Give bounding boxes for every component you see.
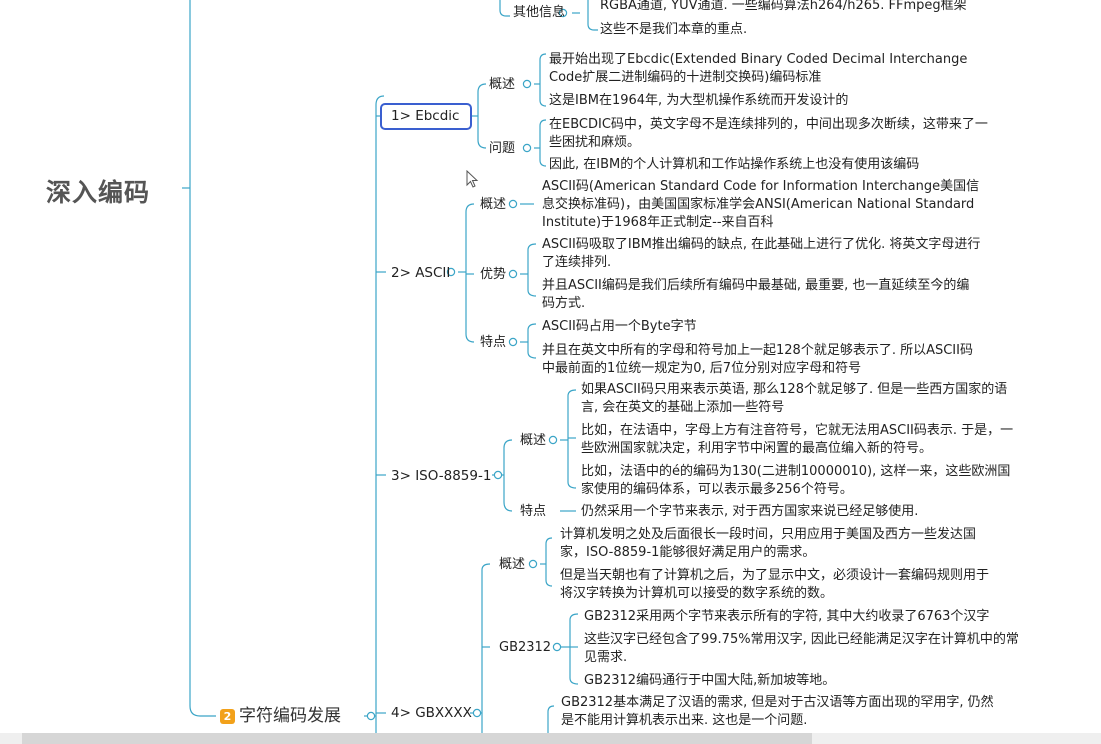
gb-overview-1[interactable]: 计算机发明之处及后面很长一段时间，只用应用于美国及西方一些发达国家，ISO-88…: [560, 526, 992, 562]
iso-feature-label[interactable]: 特点: [520, 503, 546, 521]
iso-overview-1[interactable]: 如果ASCII码只用来表示英语, 那么128个就足够了. 但是一些西方国家的语言…: [581, 381, 1021, 417]
ebcdic-problem-2[interactable]: 因此, 在IBM的个人计算机和工作站操作系统上也没有使用该编码: [549, 156, 989, 174]
gb-bottom-note-1[interactable]: GB2312基本满足了汉语的需求, 但是对于古汉语等方面出现的罕用字, 仍然是不…: [561, 694, 1001, 730]
node-iso-8859-1[interactable]: 3> ISO-8859-1: [391, 467, 491, 485]
ascii-advantage-2[interactable]: 并且ASCII编码是我们后续所有编码中最基础, 最重要, 也一直延续至今的编码方…: [542, 277, 982, 313]
iso-overview-2[interactable]: 比如，在法语中，字母上方有注音符号，它就无法用ASCII码表示. 于是，一些欧洲…: [581, 422, 1021, 458]
ascii-overview-label[interactable]: 概述: [480, 196, 506, 214]
node-ascii[interactable]: 2> ASCII: [391, 264, 450, 282]
gb2312-note-1[interactable]: GB2312采用两个字节来表示所有的字符, 其中大约收录了6763个汉字: [584, 608, 1024, 626]
note-not-focus[interactable]: 这些不是我们本章的重点.: [600, 21, 1000, 39]
gb-overview-label[interactable]: 概述: [499, 556, 525, 574]
topic-other-info[interactable]: 其他信息: [513, 4, 565, 22]
iso-overview-3[interactable]: 比如，法语中的é的编码为130(二进制10000010), 这样一来，这些欧洲国…: [581, 463, 1021, 499]
ascii-overview-1[interactable]: ASCII码(American Standard Code for Inform…: [542, 178, 990, 232]
ascii-feature-1[interactable]: ASCII码占用一个Byte字节: [542, 318, 982, 336]
node-gbxxxx[interactable]: 4> GBXXXX: [391, 704, 472, 722]
ascii-feature-2[interactable]: 并且在英文中所有的字母和符号加上一起128个就足够表示了. 所以ASCII码中最…: [542, 342, 982, 378]
branch-node-label: 字符编码发展: [239, 706, 341, 726]
ebcdic-problem-1[interactable]: 在EBCDIC码中，英文字母不是连续排列的，中间出现多次断续，这带来了一些困扰和…: [549, 116, 989, 152]
node-ebcdic[interactable]: 1> Ebcdic: [391, 107, 459, 125]
ascii-advantage-label[interactable]: 优势: [480, 266, 506, 284]
gb-overview-2[interactable]: 但是当天朝也有了计算机之后，为了显示中文，必须设计一套编码规则用于将汉字转换为计…: [560, 567, 1000, 603]
branch-node-character-encoding[interactable]: 2 字符编码发展: [220, 705, 341, 727]
iso-feature-1[interactable]: 仍然采用一个字节来表示, 对于西方国家来说已经足够使用.: [581, 503, 1021, 521]
note-rgba-yuv[interactable]: RGBA通道, YUV通道. 一些编码算法h264/h265. FFmpeg框架: [600, 0, 1000, 15]
gb2312-note-2[interactable]: 这些汉字已经包含了99.75%常用汉字, 因此已经能满足汉字在计算机中的常见需求…: [584, 631, 1024, 667]
ascii-feature-label[interactable]: 特点: [480, 334, 506, 352]
mouse-pointer-icon: [466, 170, 479, 188]
ebcdic-overview-1[interactable]: 最开始出现了Ebcdic(Extended Binary Coded Decim…: [549, 51, 974, 87]
horizontal-scrollbar-thumb[interactable]: [22, 733, 812, 744]
ascii-advantage-1[interactable]: ASCII码吸取了IBM推出编码的缺点, 在此基础上进行了优化. 将英文字母进行…: [542, 236, 982, 272]
ebcdic-overview-2[interactable]: 这是IBM在1964年, 为大型机操作系统而开发设计的: [549, 92, 974, 110]
root-node-title[interactable]: 深入编码: [46, 173, 150, 209]
priority-badge: 2: [220, 708, 235, 724]
gb2312-note-3[interactable]: GB2312编码通行于中国大陆,新加坡等地。: [584, 672, 1024, 690]
iso-overview-label[interactable]: 概述: [520, 432, 546, 450]
ebcdic-problem-label[interactable]: 问题: [489, 140, 515, 158]
gb2312-label[interactable]: GB2312: [499, 639, 551, 657]
ebcdic-overview-label[interactable]: 概述: [489, 76, 515, 94]
